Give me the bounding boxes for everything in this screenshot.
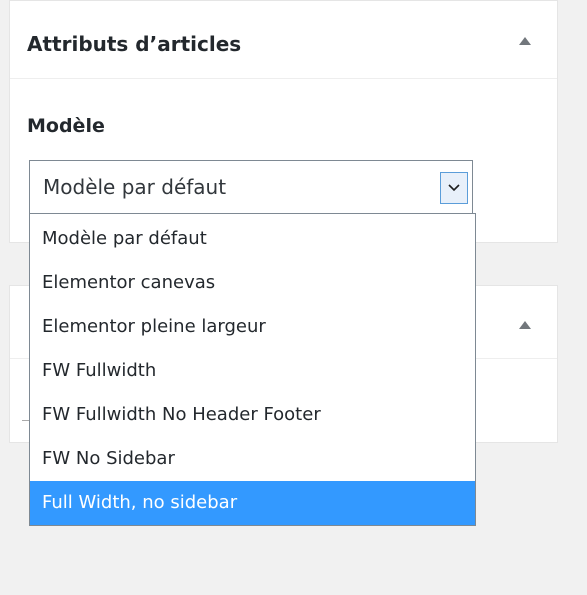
template-dropdown-list: Modèle par défaut Elementor canevas Elem…: [29, 213, 476, 526]
template-select[interactable]: Modèle par défaut: [29, 160, 473, 214]
dropdown-option-fw-no-sidebar[interactable]: FW No Sidebar: [30, 437, 475, 481]
dropdown-option-fw-fullwidth[interactable]: FW Fullwidth: [30, 349, 475, 393]
dropdown-option-default[interactable]: Modèle par défaut: [30, 214, 475, 261]
dropdown-option-fw-no-header-footer[interactable]: FW Fullwidth No Header Footer: [30, 393, 475, 437]
select-value: Modèle par défaut: [43, 175, 227, 199]
triangle-up-icon[interactable]: [519, 37, 531, 45]
triangle-up-icon[interactable]: [519, 321, 531, 329]
select-arrow-button[interactable]: [440, 172, 468, 204]
dropdown-option-elementor-full-width[interactable]: Elementor pleine largeur: [30, 305, 475, 349]
dropdown-option-full-width-no-sidebar[interactable]: Full Width, no sidebar: [30, 481, 475, 525]
panel-header[interactable]: Attributs d’articles: [10, 1, 557, 79]
dropdown-option-elementor-canvas[interactable]: Elementor canevas: [30, 261, 475, 305]
chevron-down-icon: [448, 184, 460, 192]
template-label: Modèle: [27, 115, 105, 137]
panel-title: Attributs d’articles: [27, 32, 242, 56]
